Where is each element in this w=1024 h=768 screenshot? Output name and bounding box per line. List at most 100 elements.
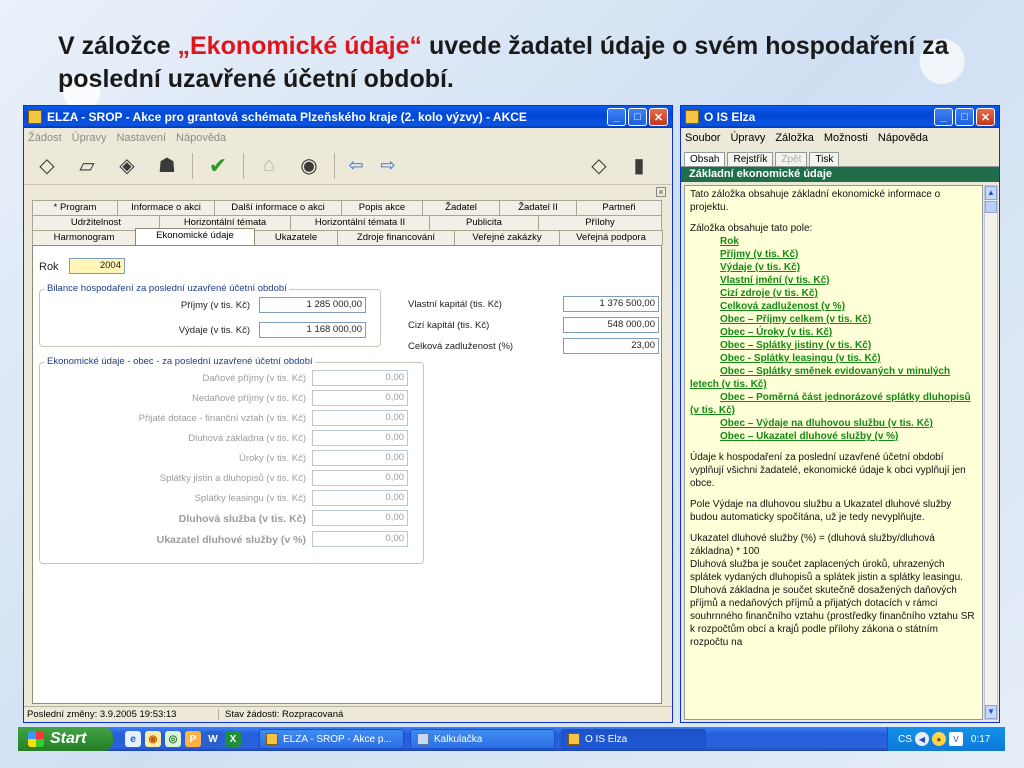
elza-titlebar[interactable]: ELZA - SROP - Akce pro grantová schémata…: [24, 106, 672, 128]
minimize-button[interactable]: _: [607, 108, 626, 126]
user-icon[interactable]: ☗: [152, 152, 182, 180]
obec-row-field[interactable]: 0,00: [312, 490, 408, 506]
help-tab-zpet[interactable]: Zpět: [775, 152, 808, 166]
help-link[interactable]: Obec – Příjmy celkem (v tis. Kč): [690, 313, 977, 326]
obec-row-field[interactable]: 0,00: [312, 450, 408, 466]
check-icon[interactable]: ✔: [203, 152, 233, 180]
help-maximize-button[interactable]: □: [955, 108, 974, 126]
taskbar-kalkulacka[interactable]: Kalkulačka: [410, 729, 555, 749]
help-link[interactable]: Cizí zdroje (v tis. Kč): [690, 287, 977, 300]
tab-verejna-podpora[interactable]: Veřejná podpora: [559, 230, 663, 245]
obec-row-field[interactable]: 0,00: [312, 370, 408, 386]
help-link[interactable]: Obec - Splátky leasingu (v tis. Kč): [690, 352, 977, 365]
menu-upravy[interactable]: Úpravy: [72, 132, 107, 144]
tab-harmonogram[interactable]: Harmonogram: [32, 230, 136, 245]
menu-zadost[interactable]: Žádost: [28, 132, 62, 144]
help-link[interactable]: Celková zadluženost (v %): [690, 300, 977, 313]
tab-zadatel[interactable]: Žadatel: [422, 200, 500, 215]
vydaje-field[interactable]: 1 168 000,00: [259, 322, 366, 338]
antivirus-icon[interactable]: ●: [931, 732, 946, 746]
help-tab-rejstrik[interactable]: Rejstřík: [727, 152, 774, 166]
home-icon[interactable]: ⌂: [254, 152, 284, 180]
help-close-button[interactable]: ✕: [976, 108, 995, 126]
help-tab-obsah[interactable]: Obsah: [684, 152, 726, 166]
taskbar-o-is-elza[interactable]: O IS Elza: [561, 729, 706, 749]
close-button[interactable]: ✕: [649, 108, 668, 126]
word-icon[interactable]: W: [205, 731, 221, 747]
help-menu-napoveda[interactable]: Nápověda: [878, 132, 928, 144]
network-icon[interactable]: ◀: [914, 732, 929, 746]
scroll-down-icon[interactable]: ▼: [985, 705, 997, 719]
help-scrollbar[interactable]: ▲ ▼: [984, 185, 998, 720]
start-button[interactable]: Start: [18, 727, 113, 751]
help-menu-moznosti[interactable]: Možnosti: [824, 132, 868, 144]
maximize-button[interactable]: □: [628, 108, 647, 126]
cd-icon[interactable]: ◇: [584, 152, 614, 180]
help-menu-upravy[interactable]: Úpravy: [730, 132, 765, 144]
help-titlebar[interactable]: O IS Elza _ □ ✕: [681, 106, 999, 128]
vlastni-kapital-field[interactable]: 1 376 500,00: [563, 296, 659, 312]
new-document-icon[interactable]: ◇: [32, 152, 62, 180]
obec-row-field[interactable]: 0,00: [312, 390, 408, 406]
ie-icon[interactable]: e: [125, 731, 141, 747]
exit-door-icon[interactable]: ▮: [624, 152, 654, 180]
tab-popis-akce[interactable]: Popis akce: [341, 200, 423, 215]
tab-publicita[interactable]: Publicita: [429, 215, 539, 230]
help-link[interactable]: Obec – Splátky jistiny (v tis. Kč): [690, 339, 977, 352]
obec-row-field[interactable]: 0,00: [312, 430, 408, 446]
obec-row-field[interactable]: 0,00: [312, 470, 408, 486]
help-menu-zalozka[interactable]: Záložka: [775, 132, 814, 144]
tab-zdroje-financovani[interactable]: Zdroje financování: [337, 230, 455, 245]
tab-partneri[interactable]: Partneři: [576, 200, 662, 215]
help-link[interactable]: Obec – Ukazatel dluhové služby (v %): [690, 430, 977, 443]
tab-informace-o-akci[interactable]: Informace o akci: [117, 200, 215, 215]
powerpoint-icon[interactable]: P: [185, 731, 201, 747]
open-folder-icon[interactable]: ▱: [72, 152, 102, 180]
rok-field[interactable]: 2004: [69, 258, 125, 274]
tab-ukazatele[interactable]: Ukazatele: [254, 230, 338, 245]
tab-ekonomicke-udaje[interactable]: Ekonomické údaje: [135, 228, 255, 245]
help-link[interactable]: Výdaje (v tis. Kč): [690, 261, 977, 274]
tab-program[interactable]: * Program: [32, 200, 118, 215]
tab-horizontalni-temata-ii[interactable]: Horizontální témata II: [290, 215, 430, 230]
dluhova-sluzba-field[interactable]: 0,00: [312, 510, 408, 526]
help-link[interactable]: Příjmy (v tis. Kč): [690, 248, 977, 261]
tab-dalsi-informace[interactable]: Další informace o akci: [214, 200, 342, 215]
ukazatel-dluhove-sluzby-field[interactable]: 0,00: [312, 531, 408, 547]
help-link[interactable]: Obec – Výdaje na dluhovou službu (v tis.…: [690, 417, 977, 430]
save-disk-icon[interactable]: ◉: [294, 152, 324, 180]
help-tab-tisk[interactable]: Tisk: [809, 152, 840, 166]
tray-app-icon[interactable]: V: [948, 732, 963, 746]
tab-zadatel-ii[interactable]: Žadatel II: [499, 200, 577, 215]
help-link[interactable]: Rok: [690, 235, 977, 248]
help-link[interactable]: Vlastní jmění (v tis. Kč): [690, 274, 977, 287]
cizi-kapital-field[interactable]: 548 000,00: [563, 317, 659, 333]
help-task-icon: [568, 733, 580, 745]
help-menu-soubor[interactable]: Soubor: [685, 132, 720, 144]
prijmy-field[interactable]: 1 285 000,00: [259, 297, 366, 313]
excel-icon[interactable]: X: [225, 731, 241, 747]
app-icon: [28, 110, 42, 124]
scroll-up-icon[interactable]: ▲: [985, 186, 997, 200]
tab-prilohy[interactable]: Přílohy: [538, 215, 662, 230]
taskbar: Start e ◉ ◎ P W X ELZA - SROP - Akce p..…: [18, 727, 1005, 751]
help-link[interactable]: Obec – Poměrná část jednorázové splátky …: [690, 391, 977, 417]
taskbar-elza[interactable]: ELZA - SROP - Akce p...: [259, 729, 404, 749]
scroll-thumb[interactable]: [985, 201, 997, 213]
zadluzenost-field[interactable]: 23,00: [563, 338, 659, 354]
outlook-icon[interactable]: ◉: [145, 731, 161, 747]
close-tab-icon[interactable]: ×: [656, 187, 666, 197]
arrow-right-icon[interactable]: ⇨: [377, 152, 399, 180]
menu-nastaveni[interactable]: Nastavení: [116, 132, 166, 144]
help-link[interactable]: Obec – Splátky směnek evidovaných v minu…: [690, 365, 977, 391]
tab-verejne-zakazky[interactable]: Veřejné zakázky: [454, 230, 560, 245]
clock[interactable]: 0:17: [971, 734, 990, 745]
media-icon[interactable]: ◎: [165, 731, 181, 747]
disk-icon[interactable]: ◈: [112, 152, 142, 180]
help-minimize-button[interactable]: _: [934, 108, 953, 126]
menu-napoveda[interactable]: Nápověda: [176, 132, 226, 144]
arrow-left-icon[interactable]: ⇦: [345, 152, 367, 180]
language-indicator[interactable]: CS: [898, 734, 912, 745]
obec-row-field[interactable]: 0,00: [312, 410, 408, 426]
help-link[interactable]: Obec – Úroky (v tis. Kč): [690, 326, 977, 339]
